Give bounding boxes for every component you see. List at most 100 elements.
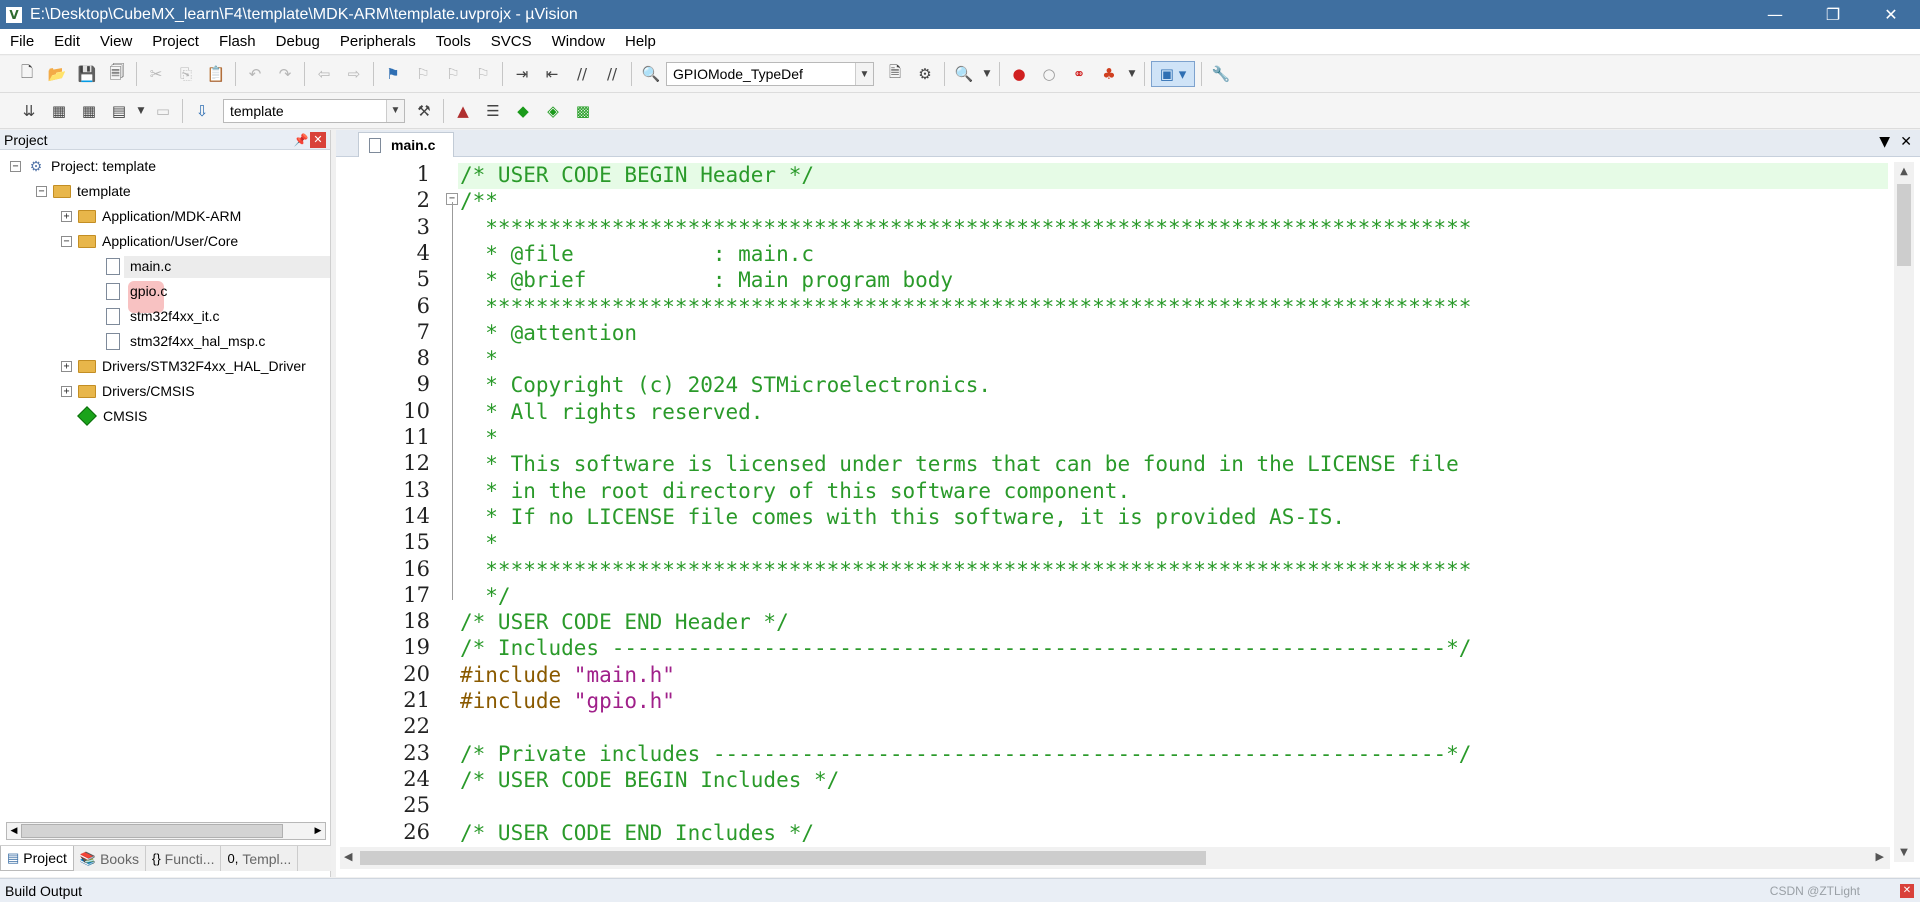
tree-item-group[interactable]: + Drivers/STM32F4xx_HAL_Driver: [61, 355, 306, 377]
navigate-back-icon[interactable]: ⇦: [311, 61, 337, 87]
comment-icon[interactable]: //: [569, 61, 595, 87]
incremental-find-icon[interactable]: 🗎: [882, 61, 908, 87]
expand-icon[interactable]: +: [61, 360, 72, 372]
menu-svcs[interactable]: SVCS: [481, 29, 542, 55]
tree-item-file[interactable]: stm32f4xx_hal_msp.c: [106, 330, 265, 352]
minimize-button[interactable]: —: [1746, 0, 1804, 29]
menu-help[interactable]: Help: [615, 29, 666, 55]
download-icon[interactable]: ⇩: [189, 98, 215, 124]
close-window-button[interactable]: ✕: [1862, 0, 1920, 29]
expand-icon[interactable]: +: [61, 385, 72, 397]
breakpoints-dropdown-icon[interactable]: ▼: [1126, 61, 1138, 87]
redo-icon[interactable]: ↷: [272, 61, 298, 87]
scroll-down-icon[interactable]: ▼: [1894, 847, 1914, 858]
prev-bookmark-icon[interactable]: ⚐: [410, 61, 436, 87]
menu-tools[interactable]: Tools: [426, 29, 481, 55]
disable-breakpoint-icon[interactable]: ○: [1036, 61, 1062, 87]
scroll-right-icon[interactable]: ▶: [311, 823, 325, 839]
menu-view[interactable]: View: [90, 29, 142, 55]
stop-build-icon[interactable]: ▭: [150, 98, 176, 124]
paste-icon[interactable]: 📋: [203, 61, 229, 87]
navigate-forward-icon[interactable]: ⇨: [341, 61, 367, 87]
editor-vertical-scrollbar[interactable]: ▲ ▼: [1894, 162, 1914, 862]
window-layout-icon[interactable]: ▣ ▾: [1151, 61, 1195, 87]
breakpoint-icon[interactable]: ●: [1006, 61, 1032, 87]
editor-horizontal-scrollbar[interactable]: ◀ ▶: [340, 847, 1890, 869]
scroll-thumb[interactable]: [21, 824, 283, 838]
pack-installer-icon[interactable]: ▩: [570, 98, 596, 124]
cut-icon[interactable]: ✂: [143, 61, 169, 87]
close-panel-icon[interactable]: ✕: [310, 131, 326, 148]
chevron-down-icon[interactable]: ▼: [855, 63, 873, 85]
next-bookmark-icon[interactable]: ⚐: [440, 61, 466, 87]
uncomment-icon[interactable]: //: [599, 61, 625, 87]
build-output-title[interactable]: Build Output: [5, 883, 1770, 899]
batch-build-icon[interactable]: ▤: [106, 98, 132, 124]
tree-item-group[interactable]: − Application/User/Core: [61, 230, 238, 252]
rebuild-icon[interactable]: ▦: [76, 98, 102, 124]
menu-flash[interactable]: Flash: [209, 29, 266, 55]
scroll-left-icon[interactable]: ◀: [7, 823, 21, 839]
menu-project[interactable]: Project: [142, 29, 209, 55]
new-file-icon[interactable]: 🗋: [14, 61, 40, 87]
collapse-icon[interactable]: −: [10, 160, 21, 172]
manage-project-items-icon[interactable]: ▲: [450, 98, 476, 124]
tab-main-c[interactable]: main.c: [358, 132, 454, 157]
kill-all-breakpoints-icon[interactable]: ♣: [1096, 61, 1122, 87]
configure-icon[interactable]: 🔧: [1208, 61, 1234, 87]
tree-item-file[interactable]: gpio.c: [106, 280, 167, 302]
scroll-thumb[interactable]: [360, 851, 1206, 865]
zoom-dropdown-icon[interactable]: ▼: [981, 61, 993, 87]
restore-button[interactable]: ❐: [1804, 0, 1862, 29]
expand-icon[interactable]: +: [61, 210, 72, 222]
manage-multi-project-icon[interactable]: ☰: [480, 98, 506, 124]
tree-item-file[interactable]: stm32f4xx_it.c: [106, 305, 219, 327]
find-combo[interactable]: GPIOMode_TypeDef ▼: [666, 62, 874, 86]
close-icon[interactable]: ✕: [1900, 883, 1914, 898]
scroll-left-icon[interactable]: ◀: [344, 850, 352, 863]
batch-dropdown-icon[interactable]: ▼: [136, 98, 146, 124]
save-all-icon[interactable]: 🗐: [104, 61, 130, 87]
tab-books[interactable]: 📚 Books: [74, 846, 146, 871]
translate-icon[interactable]: ⇊: [16, 98, 42, 124]
menu-peripherals[interactable]: Peripherals: [330, 29, 426, 55]
tab-project[interactable]: ▤ Project: [0, 846, 74, 871]
pin-icon[interactable]: 📌: [292, 133, 310, 147]
target-options-icon[interactable]: ⚒: [411, 98, 437, 124]
disable-all-breakpoints-icon[interactable]: ⚭: [1066, 61, 1092, 87]
tree-item-target[interactable]: − template: [36, 180, 131, 202]
tree-item-file[interactable]: main.c: [106, 255, 171, 277]
tab-templates[interactable]: 0, Templ...: [221, 846, 299, 871]
select-software-packs-icon[interactable]: ◈: [540, 98, 566, 124]
tree-item-component[interactable]: CMSIS: [76, 405, 147, 427]
open-file-icon[interactable]: 📂: [44, 61, 70, 87]
menu-window[interactable]: Window: [542, 29, 615, 55]
find-in-files-icon[interactable]: 🔍: [638, 61, 664, 87]
manage-run-time-environment-icon[interactable]: ◆: [510, 98, 536, 124]
collapse-icon[interactable]: −: [61, 235, 72, 247]
clear-bookmarks-icon[interactable]: ⚐: [470, 61, 496, 87]
panel-horizontal-scrollbar[interactable]: ◀ ▶: [6, 822, 326, 840]
indent-icon[interactable]: ⇥: [509, 61, 535, 87]
scroll-up-icon[interactable]: ▲: [1894, 166, 1914, 177]
collapse-icon[interactable]: −: [36, 185, 47, 197]
tree-item-group[interactable]: + Application/MDK-ARM: [61, 205, 241, 227]
undo-icon[interactable]: ↶: [242, 61, 268, 87]
menu-edit[interactable]: Edit: [44, 29, 90, 55]
scroll-thumb[interactable]: [1897, 184, 1911, 266]
target-combo[interactable]: template ▼: [223, 98, 405, 123]
save-icon[interactable]: 💾: [74, 61, 100, 87]
debug-settings-icon[interactable]: ⚙: [912, 61, 938, 87]
tree-item-project[interactable]: − ⚙ Project: template: [10, 155, 156, 177]
tab-list-icon[interactable]: ▼: [1879, 134, 1890, 150]
unindent-icon[interactable]: ⇤: [539, 61, 565, 87]
build-icon[interactable]: ▦: [46, 98, 72, 124]
menu-debug[interactable]: Debug: [266, 29, 330, 55]
bookmark-icon[interactable]: ⚑: [380, 61, 406, 87]
zoom-icon[interactable]: 🔍: [951, 61, 977, 87]
tree-item-group[interactable]: + Drivers/CMSIS: [61, 380, 195, 402]
copy-icon[interactable]: ⎘: [173, 61, 199, 87]
tab-functions[interactable]: {} Functi...: [146, 846, 222, 871]
scroll-right-icon[interactable]: ▶: [1876, 850, 1884, 863]
close-tab-icon[interactable]: ✕: [1900, 134, 1912, 150]
